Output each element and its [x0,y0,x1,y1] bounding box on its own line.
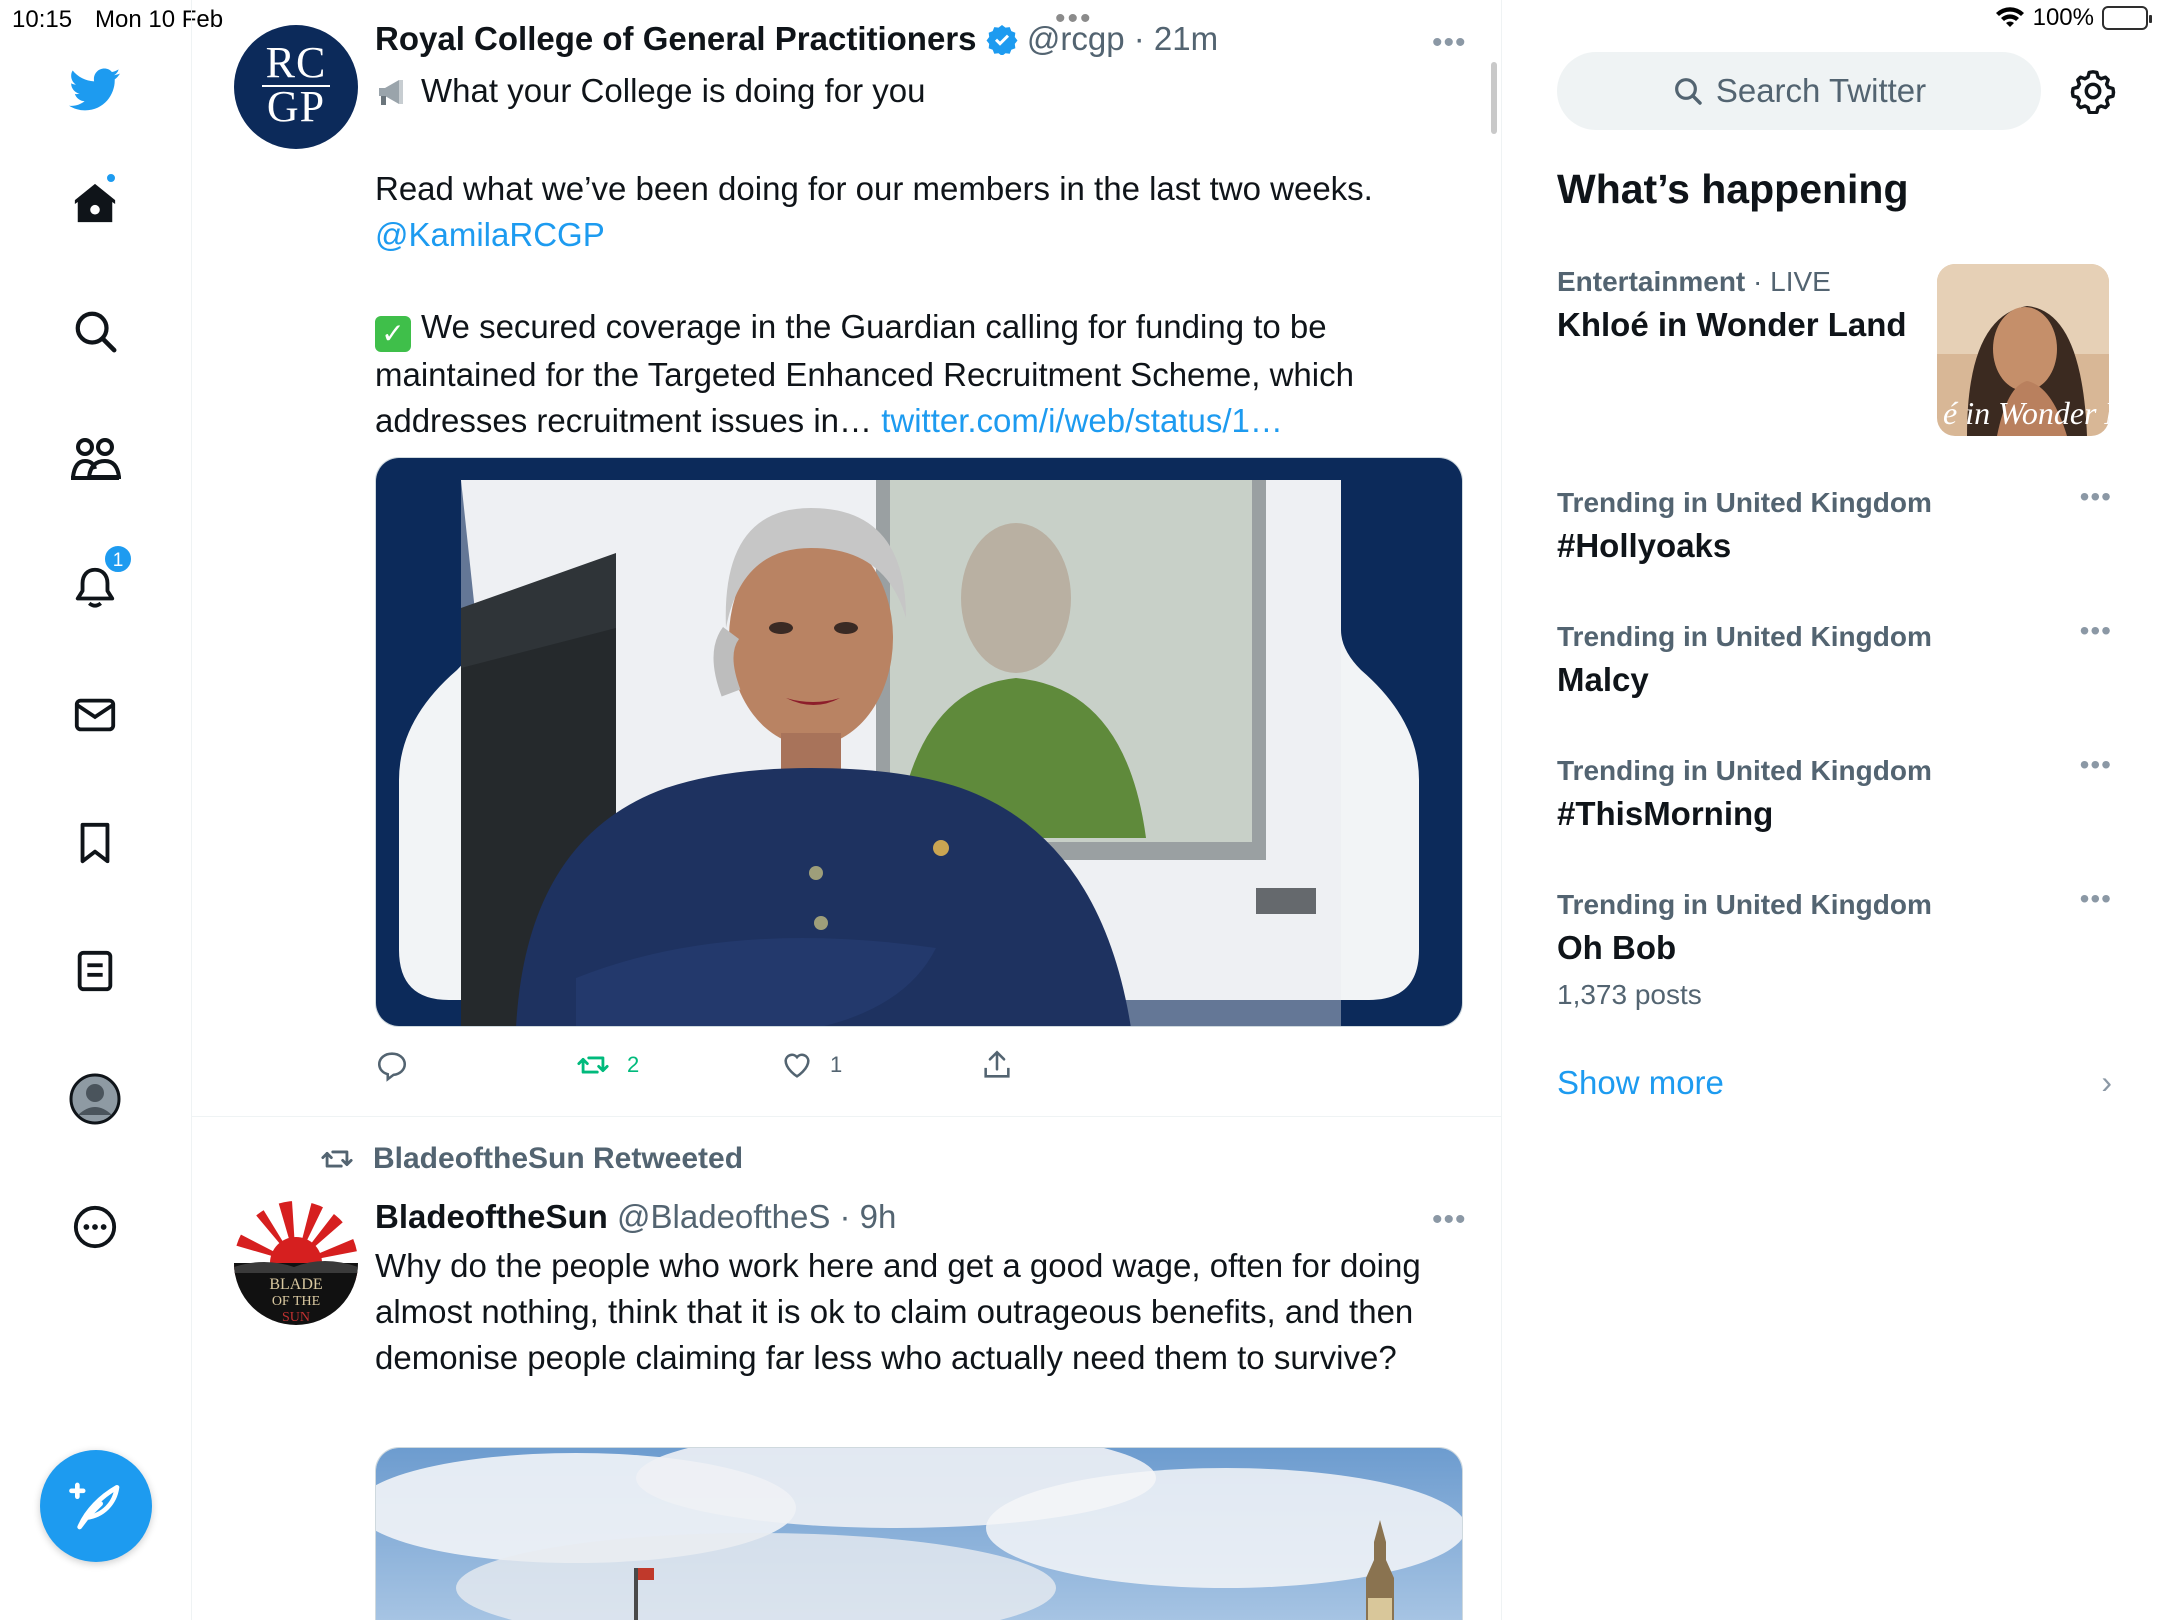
tweet-url-link[interactable]: twitter.com/i/web/status/1… [881,402,1283,439]
tweet-actions: 2 1 [375,1048,1075,1088]
tweet-more-icon[interactable]: ••• [1432,1203,1467,1237]
settings-button[interactable] [2070,68,2116,119]
tweet-more-icon[interactable]: ••• [1432,26,1467,60]
notifications-icon[interactable]: 1 [60,544,133,622]
trend-category: Entertainment [1557,266,1746,297]
reply-button[interactable] [375,1048,409,1082]
avatar-text-bottom: GP [266,82,326,131]
live-label: · LIVE [1745,266,1831,297]
tweet-line-2: Read what we’ve been doing for our membe… [375,170,1373,207]
trend-more-icon[interactable]: ••• [2080,749,2112,781]
trend-title: #Hollyoaks [1557,527,1732,564]
trend-context: Trending in United Kingdom [1557,487,1932,518]
bladeofthesun-avatar[interactable]: BLADE OF THE SUN [234,1201,358,1325]
svg-text:BLADE: BLADE [269,1276,322,1293]
search-placeholder: Search Twitter [1715,72,1927,109]
trend-item[interactable]: Trending in United Kingdom #ThisMorning … [1557,749,2112,833]
profile-icon[interactable] [60,1064,130,1134]
like-count: 1 [830,1052,843,1077]
check-mark-icon: ✓ [375,316,411,352]
author-handle[interactable]: @BladeoftheS [617,1198,830,1235]
share-button[interactable] [980,1048,1014,1082]
tweet-header: BladeoftheSun @BladeoftheS · 9h [375,1198,896,1236]
timeline[interactable]: RC GP Royal College of General Practitio… [192,0,1502,1620]
compose-tweet-icon [69,1482,120,1530]
avatar-text-top: RC [265,38,327,87]
bookmarks-icon[interactable] [60,808,130,878]
heart-icon [784,1053,810,1078]
search-input[interactable]: Search Twitter [1557,52,2041,130]
show-more-label: Show more [1557,1064,1724,1101]
tweet-header: Royal College of General Practitioners @… [375,20,1218,58]
trend-title: #ThisMorning [1557,795,1774,832]
right-sidebar: Search Twitter What’s happening Entertai… [1502,0,2160,1620]
gear-icon [2070,70,2116,115]
notifications-badge: 1 [103,544,133,574]
rcgp-avatar[interactable]: RC GP [234,25,358,149]
tweet-body: What your College is doing for you Read … [375,68,1465,444]
trend-context: Trending in United Kingdom [1557,755,1932,786]
like-button[interactable]: 1 [780,1048,842,1082]
communities-icon[interactable] [60,424,130,494]
trend-more-icon[interactable]: ••• [2080,481,2112,513]
compose-tweet-button[interactable] [40,1450,152,1562]
chevron-right-icon: › [2101,1064,2112,1100]
home-icon[interactable] [60,168,130,238]
rising-sun-avatar-image: BLADE OF THE SUN [234,1201,358,1325]
portrait-photo-image [376,458,1462,1026]
tweet-time[interactable]: · 21m [1134,20,1218,57]
reply-icon [377,1052,407,1082]
tweet-line-1: What your College is doing for you [421,72,926,109]
svg-text:OF THE: OF THE [272,1294,320,1309]
verified-badge-icon [986,25,1018,56]
retweet-button[interactable]: 2 [575,1048,639,1082]
trend-title: Malcy [1557,661,1649,698]
megaphone-icon [375,74,411,120]
thumbnail-caption: é in Wonder L [1943,395,2109,431]
trend-post-count: 1,373 posts [1557,979,1702,1010]
author-name[interactable]: BladeoftheSun [375,1198,608,1235]
tweet-photo[interactable] [375,457,1463,1027]
share-icon [984,1050,1010,1078]
trend-item[interactable]: Trending in United Kingdom #Hollyoaks ••… [1557,481,2112,565]
home-unread-dot [105,172,117,184]
khloe-thumbnail-image: é in Wonder L [1937,264,2109,436]
show-more-link[interactable]: Show more › [1557,1064,2112,1102]
left-nav: 1 [0,0,192,1620]
tweet-rcgp[interactable]: RC GP Royal College of General Practitio… [192,0,1501,1116]
trend-title: Oh Bob [1557,929,1677,966]
tweet-time[interactable]: · 9h [840,1198,897,1235]
trend-context: Trending in United Kingdom [1557,621,1932,652]
trend-thumbnail[interactable]: é in Wonder L [1937,264,2109,436]
tweet-body: Why do the people who work here and get … [375,1247,1421,1376]
mention-link[interactable]: @KamilaRCGP [375,216,605,253]
explore-icon[interactable] [60,296,130,366]
whats-happening-title: What’s happening [1557,166,1909,212]
author-handle[interactable]: @rcgp [1027,20,1125,57]
trend-item[interactable]: Trending in United Kingdom Oh Bob 1,373 … [1557,883,2112,1011]
more-icon[interactable] [60,1192,130,1262]
messages-icon[interactable] [60,680,130,750]
twitter-bird-icon[interactable] [60,55,130,125]
retweet-indicator-icon [321,1150,353,1168]
retweet-count: 2 [627,1052,640,1077]
trend-more-icon[interactable]: ••• [2080,615,2112,647]
search-icon [1674,78,1702,105]
trend-more-icon[interactable]: ••• [2080,883,2112,915]
author-name[interactable]: Royal College of General Practitioners [375,20,977,57]
retweet-icon [577,1056,609,1074]
trend-item[interactable]: Trending in United Kingdom Malcy ••• [1557,615,2112,699]
tweet-bladeofthesun[interactable]: BladeoftheSun Retweeted BLADE OF THE SUN… [192,1117,1501,1620]
westminster-photo-image [376,1448,1462,1620]
lists-icon[interactable] [60,936,130,1006]
svg-text:SUN: SUN [282,1310,310,1325]
retweeted-by[interactable]: BladeoftheSun Retweeted [317,1142,743,1176]
trend-context: Trending in United Kingdom [1557,889,1932,920]
tweet-photo[interactable] [375,1447,1463,1620]
retweeted-by-label: BladeoftheSun Retweeted [373,1142,744,1175]
